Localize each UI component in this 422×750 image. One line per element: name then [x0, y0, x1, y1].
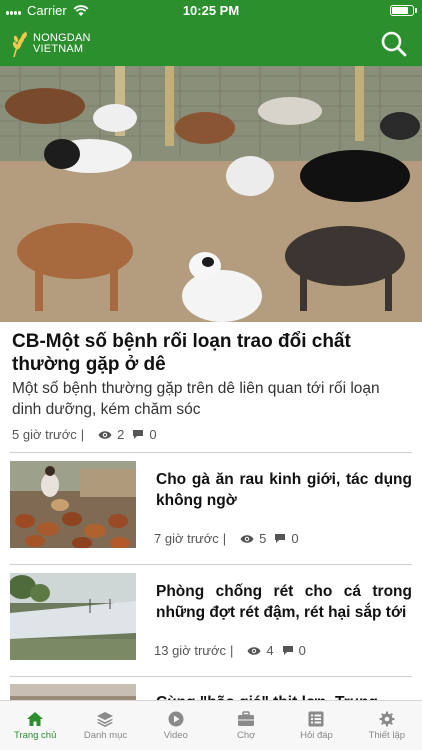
eye-icon [247, 646, 261, 656]
featured-views: 2 [117, 427, 125, 442]
briefcase-icon [238, 711, 255, 726]
article-meta: 13 giờ trước | 4 0 [154, 643, 306, 658]
search-button[interactable] [380, 30, 408, 58]
eye-icon [98, 430, 112, 440]
gear-icon [379, 711, 395, 727]
tab-label: Video [163, 730, 188, 741]
featured-title[interactable]: CB-Một số bệnh rối loạn trao đổi chất th… [12, 330, 412, 376]
meta-separator: | [80, 427, 85, 442]
article-time: 7 giờ trước [154, 531, 219, 546]
article-meta: 7 giờ trước | 5 0 [154, 531, 299, 546]
meta-separator: | [222, 531, 227, 546]
tab-bar: Trang chủ Danh mục Video Chợ Hỏi đáp Thi… [0, 700, 422, 750]
article-thumbnail [10, 461, 136, 548]
home-icon [27, 712, 44, 726]
article-comments: 0 [298, 643, 306, 658]
tab-qa[interactable]: Hỏi đáp [281, 701, 351, 750]
play-icon [168, 711, 184, 727]
featured-summary: Một số bệnh thường gặp trên dê liên quan… [12, 380, 380, 418]
tab-label: Trang chủ [13, 730, 57, 741]
comment-icon [274, 533, 286, 544]
article-title[interactable]: Cho gà ăn rau kinh giới, tác dụng không … [156, 469, 412, 511]
featured-image[interactable] [0, 66, 422, 322]
eye-icon [240, 534, 254, 544]
article-title[interactable]: Phòng chống rét cho cá trong những đợt r… [156, 581, 412, 623]
featured-meta: 5 giờ trước | 2 0 [12, 427, 157, 442]
status-bar: Carrier 10:25 PM [0, 0, 422, 22]
tab-label: Thiết lập [368, 730, 406, 741]
article-comments: 0 [291, 531, 299, 546]
article-time: 13 giờ trước [154, 643, 226, 658]
layers-icon [97, 712, 114, 727]
divider [10, 676, 412, 677]
comment-icon [132, 429, 144, 440]
divider [10, 452, 412, 453]
featured-comments: 0 [149, 427, 157, 442]
tab-home[interactable]: Trang chủ [0, 701, 70, 750]
tab-label: Chợ [236, 730, 256, 741]
logo-line-2: VIETNAM [33, 43, 84, 55]
article-thumbnail [10, 573, 136, 660]
logo[interactable]: NONGDAN VIETNAM [10, 30, 91, 58]
meta-separator: | [230, 643, 234, 658]
featured-time: 5 giờ trước [12, 427, 77, 442]
tab-settings[interactable]: Thiết lập [352, 701, 422, 750]
list-item[interactable]: Cho gà ăn rau kinh giới, tác dụng không … [10, 461, 412, 561]
list-icon [308, 711, 324, 727]
divider [10, 564, 412, 565]
tab-video[interactable]: Video [141, 701, 211, 750]
comment-icon [282, 645, 294, 656]
tab-label: Hỏi đáp [300, 730, 333, 741]
tab-market[interactable]: Chợ [211, 701, 281, 750]
app-bar: NONGDAN VIETNAM [0, 22, 422, 66]
tab-label: Danh mục [83, 730, 128, 741]
search-icon [381, 31, 407, 57]
list-item[interactable]: Phòng chống rét cho cá trong những đợt r… [10, 573, 412, 673]
wheat-logo-icon [12, 31, 27, 58]
article-views: 4 [266, 643, 274, 658]
tab-categories[interactable]: Danh mục [70, 701, 140, 750]
battery-icon [390, 5, 417, 16]
article-views: 5 [259, 531, 267, 546]
clock: 10:25 PM [182, 3, 240, 18]
